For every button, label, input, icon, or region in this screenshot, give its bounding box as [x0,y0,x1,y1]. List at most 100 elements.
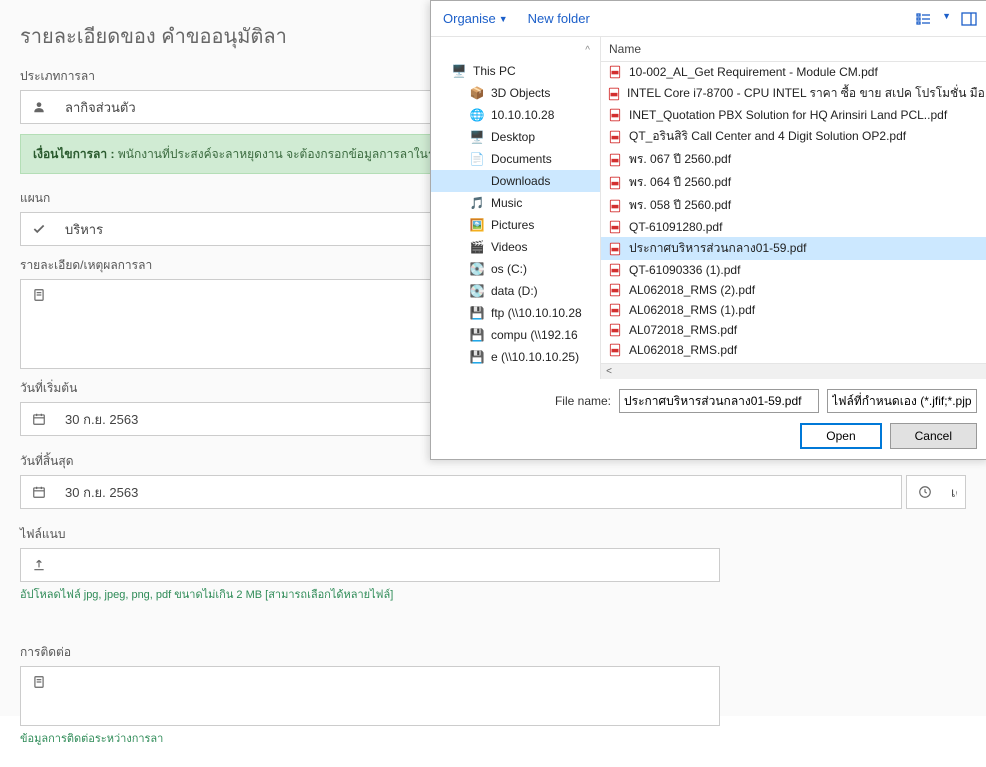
file-name: พร. 058 ปี 2560.pdf [629,196,731,215]
drive-icon: 💽 [469,283,485,299]
file-upload[interactable] [20,548,720,582]
dialog-footer: File name: Open Cancel [431,379,986,459]
calendar-icon [21,476,57,508]
filename-input[interactable] [619,389,819,413]
file-name: QT-61091280.pdf [629,220,722,234]
file-row[interactable]: AL062018_RMS.pdf [601,340,986,360]
file-row[interactable]: QT-61091280.pdf [601,217,986,237]
collapse-chevron-icon[interactable]: ^ [585,45,590,56]
tree-ftp[interactable]: 💾 ftp (\\10.10.10.28 [431,302,600,324]
file-name: AL062018_RMS (1).pdf [629,303,755,317]
pictures-icon: 🖼️ [469,217,485,233]
attachment-label: ไฟล์แนบ [20,525,966,544]
pdf-icon [607,129,623,145]
file-name: พร. 067 ปี 2560.pdf [629,150,731,169]
person-icon [21,91,57,123]
file-row[interactable]: QT-61090336 (1).pdf [601,260,986,280]
file-name: AL062018_RMS (2).pdf [629,283,755,297]
pdf-icon [607,322,623,338]
file-name: INTEL Core i7-8700 - CPU INTEL ราคา ซื้อ… [627,84,986,103]
tree-3d-objects[interactable]: 📦 3D Objects [431,82,600,104]
pdf-icon [607,219,623,235]
file-name: QT_อรินสิริ Call Center and 4 Digit Solu… [629,127,906,146]
check-icon [21,213,57,245]
file-row[interactable]: INET_Quotation PBX Solution for HQ Arins… [601,105,986,125]
network-icon: 🌐 [469,107,485,123]
tree-videos[interactable]: 🎬 Videos [431,236,600,258]
end-time-picker[interactable] [906,475,966,509]
network-drive-icon: 💾 [469,327,485,343]
videos-icon: 🎬 [469,239,485,255]
cancel-button[interactable]: Cancel [890,423,977,449]
tree-this-pc[interactable]: 🖥️ This PC [431,60,600,82]
view-options-icon[interactable] [916,11,932,27]
end-date-input[interactable] [57,476,901,508]
tree-downloads[interactable]: Downloads [431,170,600,192]
tree-network[interactable]: 🌐 10.10.10.28 [431,104,600,126]
document-icon [21,280,57,368]
pdf-icon [607,175,623,191]
pdf-icon [607,241,623,257]
tree-documents[interactable]: 📄 Documents [431,148,600,170]
new-folder-button[interactable]: New folder [528,11,590,26]
end-date-picker[interactable] [20,475,902,509]
pdf-icon [607,198,623,214]
contact-group [20,666,720,726]
file-list-header[interactable]: Name [601,37,986,62]
pdf-icon [607,262,623,278]
contact-help-text: ข้อมูลการติดต่อระหว่างการลา [20,729,966,747]
cube-icon: 📦 [469,85,485,101]
sidebar-header: ^ [431,41,600,60]
end-time-input[interactable] [943,476,965,508]
file-row[interactable]: QT_อรินสิริ Call Center and 4 Digit Solu… [601,125,986,148]
tree-pictures[interactable]: 🖼️ Pictures [431,214,600,236]
chevron-down-icon: ▼ [499,14,508,24]
horizontal-scrollbar[interactable]: < [601,363,986,379]
name-column-header[interactable]: Name [609,42,641,56]
file-row[interactable]: พร. 067 ปี 2560.pdf [601,148,986,171]
file-name: AL062018_RMS.pdf [629,343,737,357]
pdf-icon [607,342,623,358]
file-open-dialog: Organise ▼ New folder ▼ ^ 🖥️ This PC [430,0,986,460]
file-list-area: Name 10-002_AL_Get Requirement - Module … [601,37,986,379]
chevron-down-icon[interactable]: ▼ [942,11,951,27]
pdf-icon [607,86,621,102]
upload-icon [21,558,57,572]
tree-desktop[interactable]: 🖥️ Desktop [431,126,600,148]
open-button[interactable]: Open [800,423,881,449]
network-drive-icon: 💾 [469,305,485,321]
preview-pane-icon[interactable] [961,11,977,27]
desktop-icon: 🖥️ [469,129,485,145]
file-row[interactable]: AL072018_RMS.pdf [601,320,986,340]
organise-button[interactable]: Organise ▼ [443,11,508,26]
tree-os-c[interactable]: 💽 os (C:) [431,258,600,280]
music-icon: 🎵 [469,195,485,211]
filename-label: File name: [555,394,611,408]
filetype-select[interactable] [827,389,977,413]
contact-textarea[interactable] [57,667,719,725]
file-row[interactable]: INTEL Core i7-8700 - CPU INTEL ราคา ซื้อ… [601,82,986,105]
tree-e-drive[interactable]: 💾 e (\\10.10.10.25) [431,346,600,368]
dialog-body: ^ 🖥️ This PC 📦 3D Objects 🌐 10.10.10.28 … [431,37,986,379]
notice-prefix: เงื่อนไขการลา : [33,147,114,161]
file-row[interactable]: AL062018_RMS (1).pdf [601,300,986,320]
contact-label: การติดต่อ [20,643,966,662]
file-row[interactable]: 10-002_AL_Get Requirement - Module CM.pd… [601,62,986,82]
file-row[interactable]: AL062018_RMS (2).pdf [601,280,986,300]
scroll-left-icon[interactable]: < [601,366,617,377]
tree-compu[interactable]: 💾 compu (\\192.16 [431,324,600,346]
upload-help-text: อัปโหลดไฟล์ jpg, jpeg, png, pdf ขนาดไม่เ… [20,585,966,603]
file-row[interactable]: ประกาศบริหารส่วนกลาง01-59.pdf [601,237,986,260]
drive-icon: 💽 [469,261,485,277]
tree-data-d[interactable]: 💽 data (D:) [431,280,600,302]
clock-icon [907,476,943,508]
pdf-icon [607,107,623,123]
pdf-icon [607,64,623,80]
file-name: INET_Quotation PBX Solution for HQ Arins… [629,108,947,122]
file-name: พร. 064 ปี 2560.pdf [629,173,731,192]
tree-music[interactable]: 🎵 Music [431,192,600,214]
document-icon [21,667,57,725]
pdf-icon [607,282,623,298]
file-row[interactable]: พร. 064 ปี 2560.pdf [601,171,986,194]
file-row[interactable]: พร. 058 ปี 2560.pdf [601,194,986,217]
